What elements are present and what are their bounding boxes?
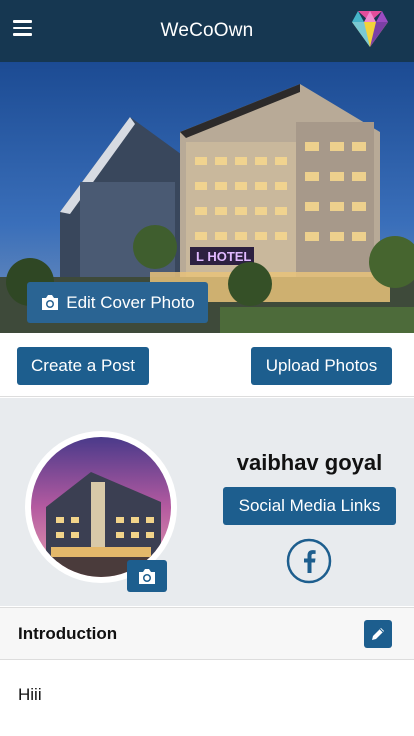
cover-photo: L HOTEL Edit Cover Photo <box>0 62 414 333</box>
gem-logo-icon[interactable] <box>350 9 390 49</box>
avatar-image <box>31 437 171 577</box>
edit-cover-photo-label: Edit Cover Photo <box>66 292 195 312</box>
app-title: WeCoOwn <box>160 20 254 41</box>
hamburger-menu-icon[interactable] <box>13 20 37 42</box>
facebook-icon[interactable] <box>286 538 332 584</box>
change-avatar-button[interactable] <box>127 560 167 592</box>
hotel-sign: L HOTEL <box>196 249 251 264</box>
create-post-button[interactable]: Create a Post <box>17 347 149 385</box>
introduction-body: Hiii <box>0 661 414 736</box>
profile-section: vaibhav goyal Social Media Links <box>0 398 414 606</box>
edit-cover-photo-button[interactable]: Edit Cover Photo <box>27 282 208 323</box>
camera-icon <box>139 568 155 584</box>
user-name: vaibhav goyal <box>236 450 383 475</box>
upload-photos-button[interactable]: Upload Photos <box>251 347 392 385</box>
camera-icon <box>42 295 59 310</box>
introduction-header: Introduction <box>0 607 414 660</box>
pencil-icon <box>372 628 384 640</box>
app-bar: WeCoOwn <box>0 0 414 62</box>
introduction-text: Hiii <box>18 685 42 704</box>
edit-introduction-button[interactable] <box>364 620 392 648</box>
social-media-links-button[interactable]: Social Media Links <box>223 487 396 525</box>
action-bar: Create a Post Upload Photos <box>0 333 414 397</box>
introduction-title: Introduction <box>18 624 118 643</box>
